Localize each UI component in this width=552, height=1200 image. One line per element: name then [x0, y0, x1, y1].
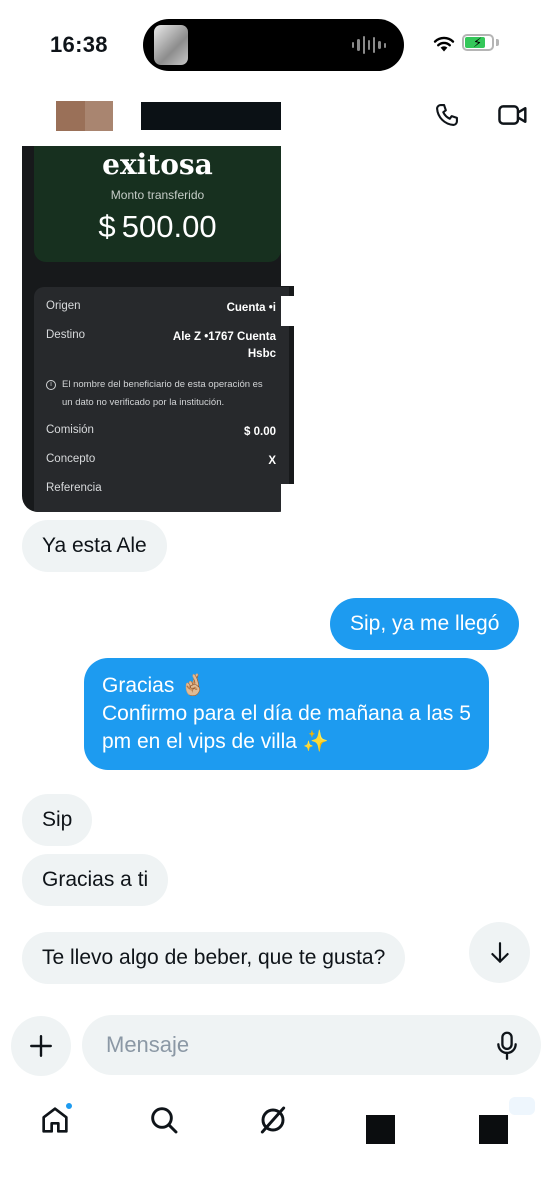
detail-row-referencia: Referencia [46, 482, 276, 494]
image-crop-edge [281, 296, 295, 326]
message-incoming[interactable]: Ya esta Ale [22, 520, 167, 572]
overlay-artifact [509, 1097, 535, 1115]
detail-row-concepto: Concepto X [46, 453, 276, 470]
chat-header [0, 90, 552, 146]
battery-charging-icon: ⚡ [462, 34, 494, 51]
phone-icon[interactable] [430, 98, 464, 132]
image-crop-edge [281, 146, 295, 286]
battery-cap [496, 39, 499, 46]
detail-label: Referencia [46, 482, 102, 494]
contact-name-redacted[interactable] [141, 102, 281, 130]
detail-row-origen: Origen Cuenta •​i [46, 300, 276, 317]
detail-label: Comisión [46, 424, 94, 436]
nav-grok[interactable] [253, 1100, 293, 1140]
microphone-icon[interactable] [495, 1031, 519, 1061]
detail-value: Ale Z •1767 Cuenta Hsbc [172, 331, 276, 360]
detail-row-destino: Destino Ale Z •1767 Cuenta Hsbc [46, 329, 276, 363]
avatar[interactable] [56, 101, 113, 131]
status-time: 16:38 [50, 32, 108, 57]
nav-home[interactable] [35, 1100, 75, 1140]
plus-icon [30, 1035, 52, 1057]
message-input[interactable] [106, 1015, 476, 1075]
add-attachment-button[interactable] [11, 1016, 71, 1076]
transfer-summary: exitosa Monto transferido $ 500.00 [34, 146, 281, 262]
arrow-down-icon [490, 941, 509, 963]
receipt-subtitle: Monto transferido [110, 188, 205, 202]
thumbnail-icon [154, 25, 188, 65]
message-incoming[interactable]: Sip [22, 794, 93, 846]
detail-label: Destino [46, 329, 85, 341]
dynamic-island[interactable] [143, 19, 404, 71]
detail-value: $ 0.00 [244, 426, 276, 438]
nav-search[interactable] [144, 1100, 184, 1140]
image-crop-edge [281, 484, 295, 512]
detail-row-comision: Comisión $ 0.00 [46, 424, 276, 441]
message-composer[interactable] [82, 1015, 541, 1075]
grok-icon [260, 1106, 286, 1134]
message-outgoing[interactable]: Sip, ya me llegó [330, 598, 520, 650]
message-outgoing[interactable]: Gracias 🤞🏼 Confirmo para el día de mañan… [84, 658, 489, 770]
notification-dot [65, 1102, 73, 1110]
transfer-details: Origen Cuenta •​i Destino Ale Z •1767 Cu… [34, 287, 289, 512]
status-bar: 16:38 ⚡ [0, 0, 552, 90]
nav-redacted-item[interactable] [366, 1115, 395, 1144]
wifi-icon [433, 36, 455, 52]
search-icon [151, 1107, 178, 1134]
waveform-icon [352, 35, 386, 55]
beneficiary-note: i El nombre del beneficiario de esta ope… [46, 376, 275, 412]
detail-label: Origen [46, 300, 81, 312]
receipt-title: exitosa [102, 148, 213, 181]
detail-value: Cuenta •​i [226, 302, 276, 314]
info-icon: i [46, 380, 56, 390]
transfer-amount: $ 500.00 [98, 209, 217, 244]
bottom-navigation [0, 1092, 552, 1200]
note-text: El nombre del beneficiario de esta opera… [62, 379, 263, 408]
message-incoming[interactable]: Gracias a ti [22, 854, 169, 906]
message-incoming[interactable]: Te llevo algo de beber, que te gusta? [22, 932, 406, 984]
scroll-to-bottom-button[interactable] [469, 922, 530, 983]
detail-value: X [268, 455, 276, 467]
video-call-icon[interactable] [496, 98, 530, 132]
nav-redacted-item[interactable] [479, 1115, 508, 1144]
transfer-receipt-image[interactable]: exitosa Monto transferido $ 500.00 Orige… [22, 146, 294, 512]
detail-label: Concepto [46, 453, 96, 465]
